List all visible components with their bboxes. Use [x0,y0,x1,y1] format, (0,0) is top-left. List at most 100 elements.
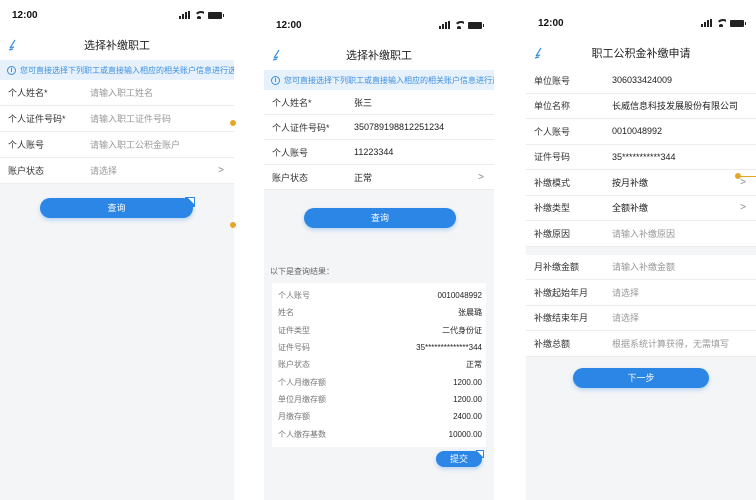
result-value: 1200.00 [453,377,482,387]
annotation-dot [735,173,741,179]
field-label: 补缴总额 [534,338,571,349]
field-label: 账户状态 [272,172,309,183]
query-button[interactable]: 查询 [40,198,193,218]
payment-mode-select[interactable]: 补缴模式 按月补缴 > [526,170,756,196]
result-value: 35**************344 [416,343,482,353]
field-label: 个人证件号码* [272,122,330,133]
battery-icon [468,21,484,29]
name-input[interactable]: 张三 [354,96,372,109]
page-title: 选择补缴职工 [346,50,412,62]
id-number-field[interactable]: 个人证件号码* 350789198812251234 [264,115,494,140]
info-icon: i [271,75,280,85]
id-number-input[interactable]: 请输入职工证件号码 [90,112,171,125]
chevron-right-icon: > [478,171,484,183]
result-row: 证件类型 二代身份证 [278,322,482,339]
result-row: 账户状态 正常 [278,356,482,373]
name-field[interactable]: 个人姓名* 请输入职工姓名 [0,80,234,106]
back-icon[interactable] [534,47,544,59]
field-label: 单位账号 [534,75,571,86]
screen-select-employee-results: 12:00 选择补缴职工 i 您可直接选择下列职工或直接输入相应的相关账户信息进… [264,10,494,500]
account-field[interactable]: 个人账号 请输入职工公积金账户 [0,132,234,158]
page-title: 职工公积金补缴申请 [591,48,691,60]
field-label: 补缴原因 [534,228,571,239]
field-label: 补缴起始年月 [534,287,589,298]
battery-icon [208,11,224,19]
battery-icon [730,19,746,27]
reason-input[interactable]: 请输入补缴原因 [612,227,675,240]
wifi-icon [194,11,204,19]
back-icon[interactable] [272,49,282,61]
status-bar: 12:00 [0,0,234,30]
back-icon[interactable] [8,39,18,51]
unit-name-row: 单位名称 长威信息科技发展股份有限公司 [526,93,756,119]
reason-field[interactable]: 补缴原因 请输入补缴原因 [526,221,756,247]
start-month-select[interactable]: 补缴起始年月 请选择 [526,280,756,306]
result-label: 单位月缴存额 [278,394,326,404]
result-row: 证件号码 35**************344 [278,339,482,356]
result-row: 单位月缴存额 1200.00 [278,391,482,408]
id-number-row: 证件号码 35***********344 [526,144,756,170]
field-label: 补缴模式 [534,177,571,188]
status-bar: 12:00 [526,8,756,38]
payment-type-value: 全额补缴 [612,203,649,214]
annotation-dot [230,222,236,228]
total-amount-value: 根据系统计算获得，无需填写 [612,338,730,349]
result-label: 账户状态 [278,360,310,370]
result-label: 个人账号 [278,291,310,301]
field-label: 个人姓名* [272,97,312,108]
query-button[interactable]: 查询 [304,208,456,228]
account-field[interactable]: 个人账号 11223344 [264,140,494,165]
screen-supplementary-payment-application: 12:00 职工公积金补缴申请 单位账号 306033424009 单位名称 长… [526,8,756,500]
next-step-button[interactable]: 下一步 [573,368,709,388]
result-row: 个人账号 0010048992 [278,287,482,304]
monthly-amount-input[interactable]: 请输入补缴金额 [612,260,675,273]
notice-banner: i 您可直接选择下列职工或直接输入相应的相关账户信息进行选择 [264,70,494,90]
info-icon: i [7,65,16,75]
result-value: 0010048992 [437,291,483,301]
status-time: 12:00 [538,17,564,29]
annotation-dot [230,120,236,126]
result-value: 二代身份证 [442,325,482,335]
result-value: 10000.00 [448,429,482,439]
signal-icon [701,19,712,27]
name-field[interactable]: 个人姓名* 张三 [264,90,494,115]
field-label: 账户状态 [8,166,45,176]
result-value: 张晨璐 [458,308,482,318]
payment-mode-value: 按月补缴 [612,177,649,188]
field-label: 个人姓名* [8,88,48,98]
notice-banner: i 您可直接选择下列职工或直接输入相应的相关账户信息进行选择 [0,60,234,80]
search-form: 个人姓名* 张三 个人证件号码* 350789198812251234 个人账号… [264,90,494,190]
signal-icon [179,11,190,19]
field-label: 个人证件号码* [8,114,66,124]
id-number-field[interactable]: 个人证件号码* 请输入职工证件号码 [0,106,234,132]
nav-bar: 职工公积金补缴申请 [526,38,756,68]
payment-type-select[interactable]: 补缴类型 全额补缴 > [526,195,756,221]
result-row: 姓名 张晨璐 [278,304,482,321]
field-label: 补缴结束年月 [534,313,589,324]
account-status-select[interactable]: 账户状态 请选择 > [0,158,234,184]
result-value: 2400.00 [453,412,482,422]
account-input[interactable]: 请输入职工公积金账户 [90,138,180,151]
application-form: 单位账号 306033424009 单位名称 长威信息科技发展股份有限公司 个人… [526,68,756,357]
result-card[interactable]: 个人账号 0010048992 姓名 张晨璐 证件类型 二代身份证 证件号码 35***… [272,283,486,447]
notice-text: 您可直接选择下列职工或直接输入相应的相关账户信息进行选择 [20,65,234,75]
unit-account-row: 单位账号 306033424009 [526,68,756,94]
wifi-icon [454,21,464,29]
results-title: 以下是查询结果： [270,267,334,276]
account-input[interactable]: 11223344 [354,147,393,157]
monthly-amount-field[interactable]: 月补缴金额 请输入补缴金额 [526,254,756,280]
result-label: 个人缴存基数 [278,429,326,439]
unit-name-value: 长威信息科技发展股份有限公司 [612,101,739,112]
status-time: 12:00 [12,9,38,21]
name-input[interactable]: 请输入职工姓名 [90,86,153,99]
page-title: 选择补缴职工 [84,40,150,52]
result-row: 月缴存额 2400.00 [278,408,482,425]
id-number-input[interactable]: 350789198812251234 [354,122,444,132]
account-status-select[interactable]: 账户状态 正常 > [264,165,494,190]
start-month-value: 请选择 [612,287,640,298]
personal-account-value: 0010048992 [612,126,663,137]
end-month-select[interactable]: 补缴结束年月 请选择 [526,305,756,331]
account-status-value: 请选择 [90,166,118,176]
field-label: 个人账号 [8,140,45,150]
result-value: 正常 [466,360,482,370]
